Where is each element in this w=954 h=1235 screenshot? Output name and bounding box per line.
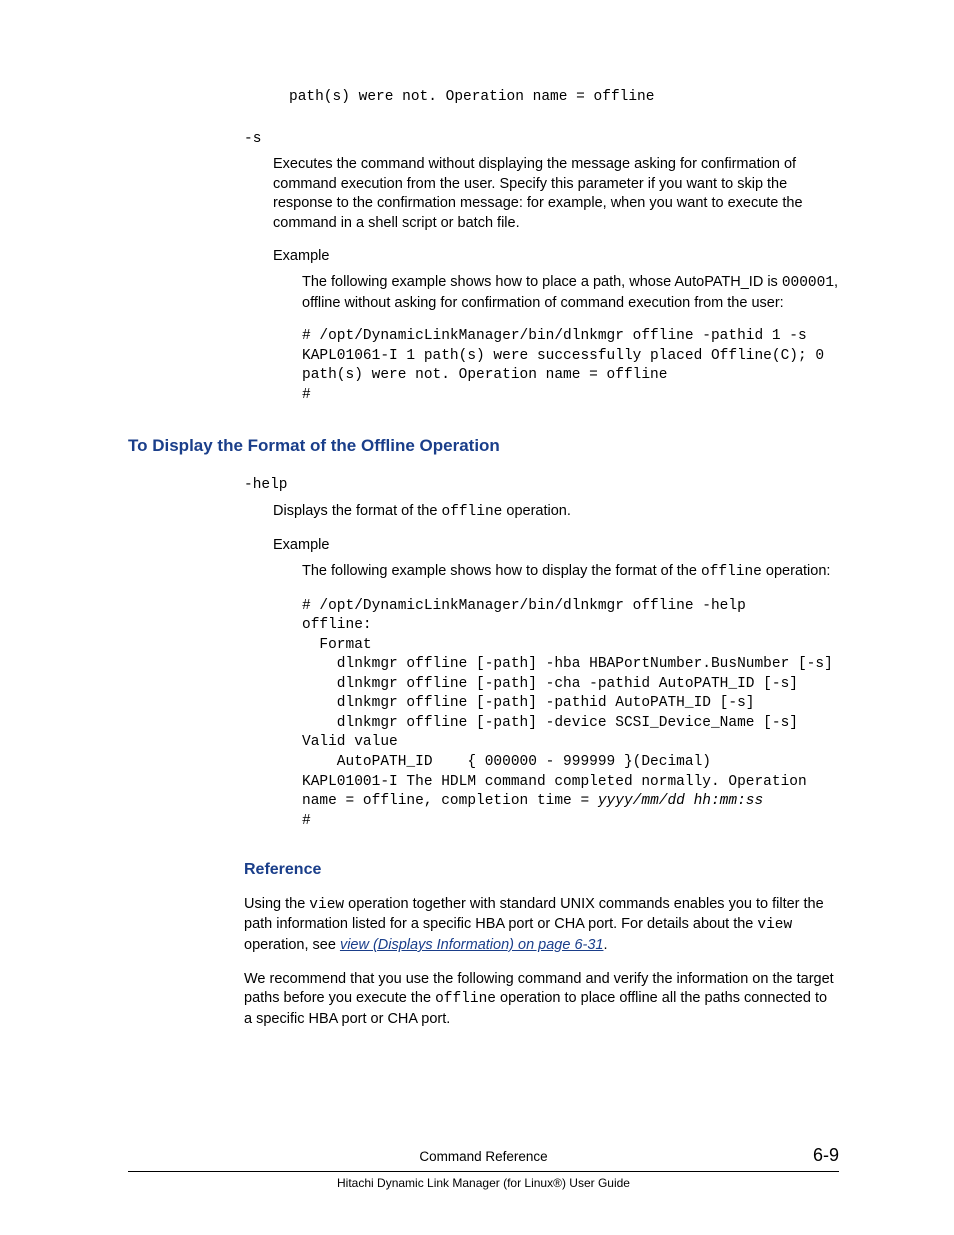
page: path(s) were not. Operation name = offli… bbox=[0, 0, 954, 1235]
param-help-desc: Displays the format of the offline opera… bbox=[273, 502, 839, 523]
inline-code: 000001 bbox=[782, 275, 834, 291]
footer-top-row: Command Reference 6-9 bbox=[128, 1147, 839, 1167]
code-text: # bbox=[302, 813, 311, 829]
example-code-block: # /opt/DynamicLinkManager/bin/dlnkmgr of… bbox=[302, 327, 839, 405]
inline-code: offline bbox=[441, 504, 502, 520]
residual-code-line: path(s) were not. Operation name = offli… bbox=[289, 88, 839, 108]
section-heading-display-format: To Display the Format of the Offline Ope… bbox=[128, 435, 839, 458]
text: . bbox=[603, 937, 607, 953]
footer-section-title: Command Reference bbox=[419, 1147, 547, 1167]
footer-book-title: Hitachi Dynamic Link Manager (for Linux®… bbox=[128, 1175, 839, 1191]
page-footer: Command Reference 6-9 Hitachi Dynamic Li… bbox=[128, 1147, 839, 1191]
reference-paragraph: We recommend that you use the following … bbox=[244, 970, 839, 1030]
inline-code: offline bbox=[435, 991, 496, 1007]
reference-paragraph: Using the view operation together with s… bbox=[244, 895, 839, 956]
page-number: 6-9 bbox=[813, 1143, 839, 1167]
code-placeholder: yyyy/mm/dd hh:mm:ss bbox=[598, 793, 763, 809]
code-text: # /opt/DynamicLinkManager/bin/dlnkmgr of… bbox=[302, 598, 833, 810]
example-code-block: # /opt/DynamicLinkManager/bin/dlnkmgr of… bbox=[302, 597, 839, 832]
example-label: Example bbox=[273, 247, 839, 267]
text: operation: bbox=[762, 563, 831, 579]
text: The following example shows how to place… bbox=[302, 274, 782, 290]
text: operation. bbox=[502, 503, 571, 519]
reference-heading: Reference bbox=[244, 859, 839, 881]
text: Displays the format of the bbox=[273, 503, 441, 519]
inline-code: view bbox=[757, 917, 792, 933]
cross-reference-link[interactable]: view (Displays Information) on page 6-31 bbox=[340, 937, 604, 953]
example-desc: The following example shows how to displ… bbox=[302, 562, 839, 583]
inline-code: offline bbox=[701, 564, 762, 580]
param-s-name: -s bbox=[244, 130, 839, 150]
example-label: Example bbox=[273, 536, 839, 556]
text: operation, see bbox=[244, 937, 340, 953]
param-s-desc: Executes the command without displaying … bbox=[273, 155, 839, 233]
example-desc: The following example shows how to place… bbox=[302, 273, 839, 313]
inline-code: view bbox=[309, 897, 344, 913]
text: The following example shows how to displ… bbox=[302, 563, 701, 579]
footer-divider bbox=[128, 1171, 839, 1172]
text: Using the bbox=[244, 896, 309, 912]
param-help-name: -help bbox=[244, 476, 839, 496]
